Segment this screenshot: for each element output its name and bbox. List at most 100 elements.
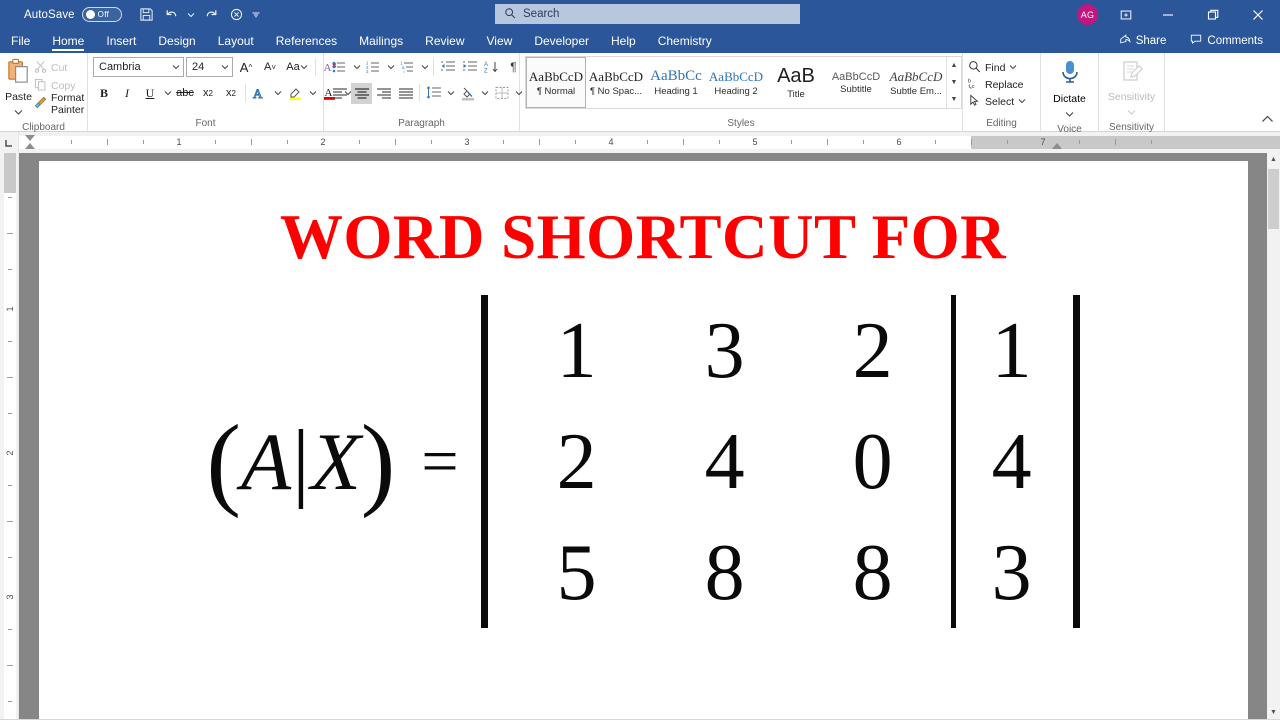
tab-file[interactable]: File [0, 29, 41, 53]
scrollbar-thumb[interactable] [1268, 169, 1279, 229]
undo-dropdown-caret[interactable] [185, 3, 198, 26]
collapse-ribbon-icon[interactable] [1261, 111, 1274, 129]
tab-help[interactable]: Help [600, 29, 647, 53]
borders-icon[interactable] [491, 83, 512, 104]
tab-insert[interactable]: Insert [95, 29, 147, 53]
bold-icon[interactable]: B [93, 82, 115, 104]
style-subtle-emphasis[interactable]: AaBbCcD Subtle Em... [886, 57, 946, 108]
paste-button[interactable]: Paste [5, 56, 32, 121]
styles-scroll-up-icon[interactable]: ▲ [947, 57, 961, 74]
increase-indent-icon[interactable] [459, 57, 480, 78]
redo-icon[interactable] [200, 3, 223, 26]
align-left-icon[interactable] [329, 83, 350, 104]
numbering-icon[interactable]: 123 [363, 57, 384, 78]
justify-icon[interactable] [395, 83, 416, 104]
sensitivity-caret[interactable] [1127, 103, 1136, 121]
sort-icon[interactable]: AZ [481, 57, 502, 78]
save-icon[interactable] [135, 3, 158, 26]
style-heading-2[interactable]: AaBbCcD Heading 2 [706, 57, 766, 108]
ribbon-display-options-icon[interactable] [1111, 0, 1141, 29]
style-title[interactable]: AaB Title [766, 57, 826, 108]
superscript-icon[interactable]: x2 [220, 82, 242, 104]
font-name-combo[interactable]: Cambria [93, 57, 184, 77]
text-effects-icon[interactable]: A [249, 82, 271, 104]
sensitivity-button[interactable]: Sensitivity [1104, 56, 1159, 121]
find-button[interactable]: Find [968, 59, 1026, 76]
shading-icon[interactable] [457, 83, 478, 104]
style-no-spacing[interactable]: AaBbCcD ¶ No Spac... [586, 57, 646, 108]
highlight-color-caret[interactable] [307, 83, 318, 104]
cancel-icon[interactable] [225, 3, 248, 26]
decrease-indent-icon[interactable] [437, 57, 458, 78]
autosave-control[interactable]: AutoSave Off [24, 7, 122, 22]
style-normal[interactable]: AaBbCcD ¶ Normal [526, 57, 586, 108]
shading-caret[interactable] [479, 83, 490, 104]
vertical-scrollbar[interactable]: ▲ ▼ [1267, 153, 1280, 719]
line-spacing-caret[interactable] [445, 83, 456, 104]
tab-chemistry[interactable]: Chemistry [647, 29, 723, 53]
cut-button[interactable]: Cut [32, 59, 86, 76]
replace-button[interactable]: bc Replace [968, 76, 1026, 93]
bullets-icon[interactable] [329, 57, 350, 78]
line-spacing-icon[interactable] [423, 83, 444, 104]
horizontal-ruler[interactable]: 1 2 3 4 5 6 7 [19, 132, 1280, 153]
tab-stop-selector[interactable] [0, 132, 19, 153]
styles-scroll-down-icon[interactable]: ▼ [947, 74, 961, 91]
style-subtitle[interactable]: AaBbCcD Subtitle [826, 57, 886, 108]
multilevel-list-icon[interactable]: 1ai [397, 57, 418, 78]
shrink-font-icon[interactable]: A ˅ [259, 56, 281, 78]
scroll-up-icon[interactable]: ▲ [1267, 153, 1280, 166]
vertical-ruler[interactable]: 1 2 3 [0, 153, 19, 719]
bullets-caret[interactable] [351, 57, 362, 78]
restore-down-icon[interactable] [1190, 0, 1235, 29]
strikethrough-icon[interactable]: abc [174, 82, 196, 104]
align-right-icon[interactable] [373, 83, 394, 104]
styles-more-icon[interactable]: ▼ [947, 91, 961, 108]
tab-home[interactable]: Home [41, 29, 95, 53]
avatar[interactable]: AG [1077, 4, 1098, 25]
first-line-indent-marker[interactable] [25, 135, 35, 141]
close-icon[interactable] [1235, 0, 1280, 29]
tab-view[interactable]: View [476, 29, 524, 53]
styles-gallery-scrollbar[interactable]: ▲ ▼ ▼ [946, 57, 961, 108]
multilevel-list-caret[interactable] [419, 57, 430, 78]
italic-icon[interactable]: I [116, 82, 138, 104]
share-button[interactable]: Share [1110, 31, 1176, 50]
style-heading-1[interactable]: AaBbCc Heading 1 [646, 57, 706, 108]
grow-font-icon[interactable]: A ^ [235, 56, 257, 78]
select-button[interactable]: Select [968, 93, 1026, 110]
text-effects-caret[interactable] [272, 83, 283, 104]
numbering-caret[interactable] [385, 57, 396, 78]
right-indent-marker[interactable] [1052, 143, 1062, 149]
tab-references[interactable]: References [265, 29, 348, 53]
document-content[interactable]: WORD SHORTCUT FOR ( A | X ) = 1 2 5 3 4 … [39, 161, 1248, 629]
tab-layout[interactable]: Layout [207, 29, 265, 53]
format-painter-button[interactable]: Format Painter [32, 92, 86, 116]
tabbar-right-actions: Share Comments [1110, 31, 1272, 50]
change-case-icon[interactable]: Aa [283, 56, 311, 78]
tab-mailings[interactable]: Mailings [348, 29, 414, 53]
tab-review[interactable]: Review [414, 29, 475, 53]
paste-dropdown-caret[interactable] [14, 103, 23, 121]
minimize-icon[interactable] [1145, 0, 1190, 29]
search-box[interactable]: Search [495, 4, 800, 24]
document-page[interactable]: WORD SHORTCUT FOR ( A | X ) = 1 2 5 3 4 … [38, 161, 1248, 719]
customize-quick-access-toolbar-caret[interactable] [250, 3, 263, 26]
tab-developer[interactable]: Developer [523, 29, 600, 53]
dictate-caret[interactable] [1065, 105, 1074, 123]
comments-button[interactable]: Comments [1181, 31, 1272, 50]
hanging-indent-marker[interactable] [25, 143, 35, 149]
scroll-down-icon[interactable]: ▼ [1267, 706, 1280, 719]
tab-design[interactable]: Design [147, 29, 206, 53]
font-size-combo[interactable]: 24 [186, 57, 233, 77]
subscript-icon[interactable]: x2 [197, 82, 219, 104]
undo-icon[interactable] [160, 3, 183, 26]
underline-icon[interactable]: U [139, 82, 161, 104]
select-caret[interactable] [1018, 96, 1026, 108]
autosave-toggle[interactable]: Off [81, 7, 122, 22]
align-center-icon[interactable] [351, 82, 372, 104]
underline-dropdown-caret[interactable] [162, 83, 173, 104]
dictate-button[interactable]: Dictate [1046, 56, 1093, 123]
text-highlight-color-icon[interactable] [284, 82, 306, 104]
find-caret[interactable] [1009, 62, 1017, 74]
